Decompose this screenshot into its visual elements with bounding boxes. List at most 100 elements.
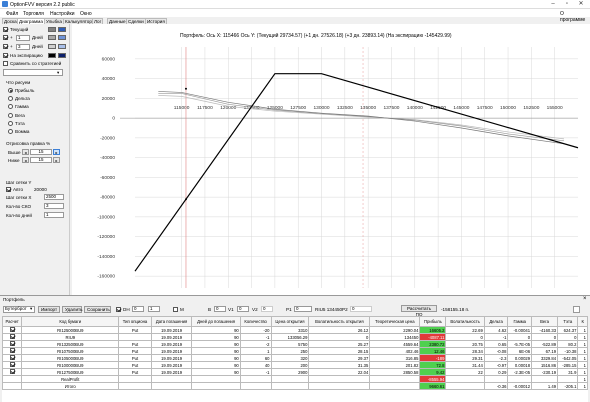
dh-checkbox[interactable] xyxy=(116,307,121,312)
table-cell: -2 xyxy=(239,340,272,348)
table-row[interactable]: RIU9 19.09.2019 90 -1 133056.29 0 134450 -4087.… xyxy=(2,333,588,341)
column-header[interactable]: Вега xyxy=(531,316,559,327)
table-cell: 134450 xyxy=(369,333,421,341)
table-row[interactable]: Итого 9660.61 -0.36 -0.00012 1.49 -205.1 1 xyxy=(2,382,588,390)
row-checkbox-cell[interactable] xyxy=(2,326,23,334)
y-tick-label: -120000 xyxy=(97,234,115,240)
column-header[interactable]: Тэта xyxy=(557,316,579,327)
calc-result: -158155.18 п. xyxy=(441,307,470,312)
table-cell: 9660.61 xyxy=(419,382,447,390)
column-header[interactable]: Теоретическая цена xyxy=(369,316,421,327)
table-row[interactable]: RI127500BU9 Put 19.09.2019 90 -1 2900 22.04 285… xyxy=(2,368,588,376)
column-header[interactable]: Расчет xyxy=(2,316,23,327)
table-cell xyxy=(445,375,485,383)
table-cell: -4160.33 xyxy=(531,326,559,334)
table-row[interactable]: RI100000BU9 Put 19.09.2019 90 40 200 31.35 201.… xyxy=(2,361,588,369)
portfolio-table: Расчет Код бумаги Тип опциона Дата погашени… xyxy=(2,316,588,390)
table-row[interactable]: RealProfit -8555.94 1 xyxy=(2,375,588,383)
row-checkbox[interactable] xyxy=(9,327,15,332)
table-cell: 90 xyxy=(191,361,241,369)
column-header[interactable]: Прибыль xyxy=(419,316,447,327)
table-cell xyxy=(150,375,193,383)
column-header[interactable]: К xyxy=(577,316,588,327)
table-row[interactable]: RI125000BU9 Put 19.09.2019 90 -20 3310 26.12 22… xyxy=(2,326,588,334)
table-cell xyxy=(531,375,559,383)
profit-chart[interactable]: 115000 117500 120000 122500 125000 127500 1300… xyxy=(0,0,590,300)
panel-close-icon[interactable]: × xyxy=(583,296,587,302)
table-cell: 4.62 xyxy=(483,326,509,334)
m-checkbox[interactable] xyxy=(173,307,178,312)
table-cell: 31.44 xyxy=(445,361,485,369)
v2-input[interactable]: 0 xyxy=(261,306,273,312)
row-checkbox[interactable] xyxy=(9,355,15,360)
calculate-button[interactable]: Рассчитать ПО xyxy=(401,305,437,317)
table-cell: -2.3E-05 xyxy=(507,368,533,376)
dh2-input[interactable]: 1 xyxy=(148,306,160,312)
table-cell: 0.00029 xyxy=(507,354,533,362)
y-tick-label: -80000 xyxy=(100,195,115,201)
row-checkbox[interactable] xyxy=(9,369,15,374)
column-header[interactable]: Волатильность xyxy=(445,316,485,327)
table-cell: 5750 xyxy=(270,340,310,348)
y-tick-label: 0 xyxy=(112,116,115,122)
x-tick-label: 115000 xyxy=(174,105,190,111)
table-cell: 320 xyxy=(270,354,310,362)
column-header[interactable]: Код бумаги xyxy=(21,316,120,327)
x-tick-label: 135000 xyxy=(360,105,376,111)
row-checkbox[interactable] xyxy=(9,362,15,367)
x-tick-label: 132500 xyxy=(337,105,353,111)
x-tick-label: 152500 xyxy=(523,105,539,111)
b-input[interactable]: 0 xyxy=(214,306,226,312)
table-cell: 0.65 xyxy=(483,340,509,348)
table-cell: 12.46 xyxy=(419,347,447,355)
column-header[interactable]: Тип опциона xyxy=(118,316,152,327)
table-cell: 1 xyxy=(577,326,588,334)
save-button[interactable]: Сохранить xyxy=(84,306,111,313)
table-cell: RealProfit xyxy=(21,375,120,383)
settings-icon[interactable] xyxy=(573,306,580,313)
column-header[interactable]: Количество xyxy=(239,316,272,327)
column-header[interactable]: Цена открытия xyxy=(270,316,310,327)
column-header[interactable]: Волатильность открытия xyxy=(308,316,371,327)
row-checkbox-cell[interactable] xyxy=(2,333,23,341)
ticker-label: RIU5 134450 xyxy=(315,307,343,312)
row-checkbox[interactable] xyxy=(9,348,15,353)
row-checkbox[interactable] xyxy=(9,341,15,346)
row-checkbox-cell[interactable] xyxy=(2,361,23,369)
column-header[interactable]: Дельта xyxy=(483,316,509,327)
row-checkbox-cell[interactable] xyxy=(2,354,23,362)
table-cell: -0.36 xyxy=(483,382,509,390)
x-tick-label: 127500 xyxy=(290,105,306,111)
table-cell: -1 xyxy=(483,333,509,341)
table-cell: 3329.84 xyxy=(531,354,559,362)
table-cell: 2850.58 xyxy=(369,368,421,376)
x-tick-label: 145000 xyxy=(453,105,469,111)
table-cell: 22.04 xyxy=(308,368,371,376)
table-cell xyxy=(118,382,152,390)
table-row[interactable]: RI105000BU9 Put 19.09.2019 90 60 320 29.37 316.… xyxy=(2,354,588,362)
row-checkbox[interactable] xyxy=(9,334,15,339)
table-cell: 1 xyxy=(577,375,588,383)
p2-input[interactable]: 0 xyxy=(350,306,372,312)
import-button[interactable]: Импорт xyxy=(38,306,60,313)
row-checkbox-cell[interactable] xyxy=(2,368,23,376)
column-header[interactable]: Гамма xyxy=(507,316,533,327)
column-header[interactable]: Дней до погашения xyxy=(191,316,241,327)
row-checkbox-cell[interactable] xyxy=(2,375,23,383)
delete-button[interactable]: Удалить xyxy=(62,306,83,313)
table-cell: 0 xyxy=(308,333,371,341)
y-tick-label: -100000 xyxy=(97,214,115,220)
table-cell: RIU9 xyxy=(21,333,120,341)
row-checkbox-cell[interactable] xyxy=(2,340,23,348)
table-row[interactable]: RI132500BU9 Put 19.09.2019 90 -2 5750 25.27 455… xyxy=(2,340,588,348)
p1-input[interactable]: 0 xyxy=(294,306,312,312)
row-checkbox-cell[interactable] xyxy=(2,382,23,390)
dh-input[interactable]: 0 xyxy=(132,306,144,312)
row-checkbox-cell[interactable] xyxy=(2,347,23,355)
column-header[interactable]: Дата погашения xyxy=(150,316,193,327)
table-cell: -230.19 xyxy=(531,368,559,376)
table-cell: 90 xyxy=(191,326,241,334)
v1-input[interactable]: 0 xyxy=(237,306,249,312)
table-cell: 402.46 xyxy=(369,347,421,355)
table-row[interactable]: RI107500BU9 Put 19.09.2019 90 1 250 28.15 402.4… xyxy=(2,347,588,355)
